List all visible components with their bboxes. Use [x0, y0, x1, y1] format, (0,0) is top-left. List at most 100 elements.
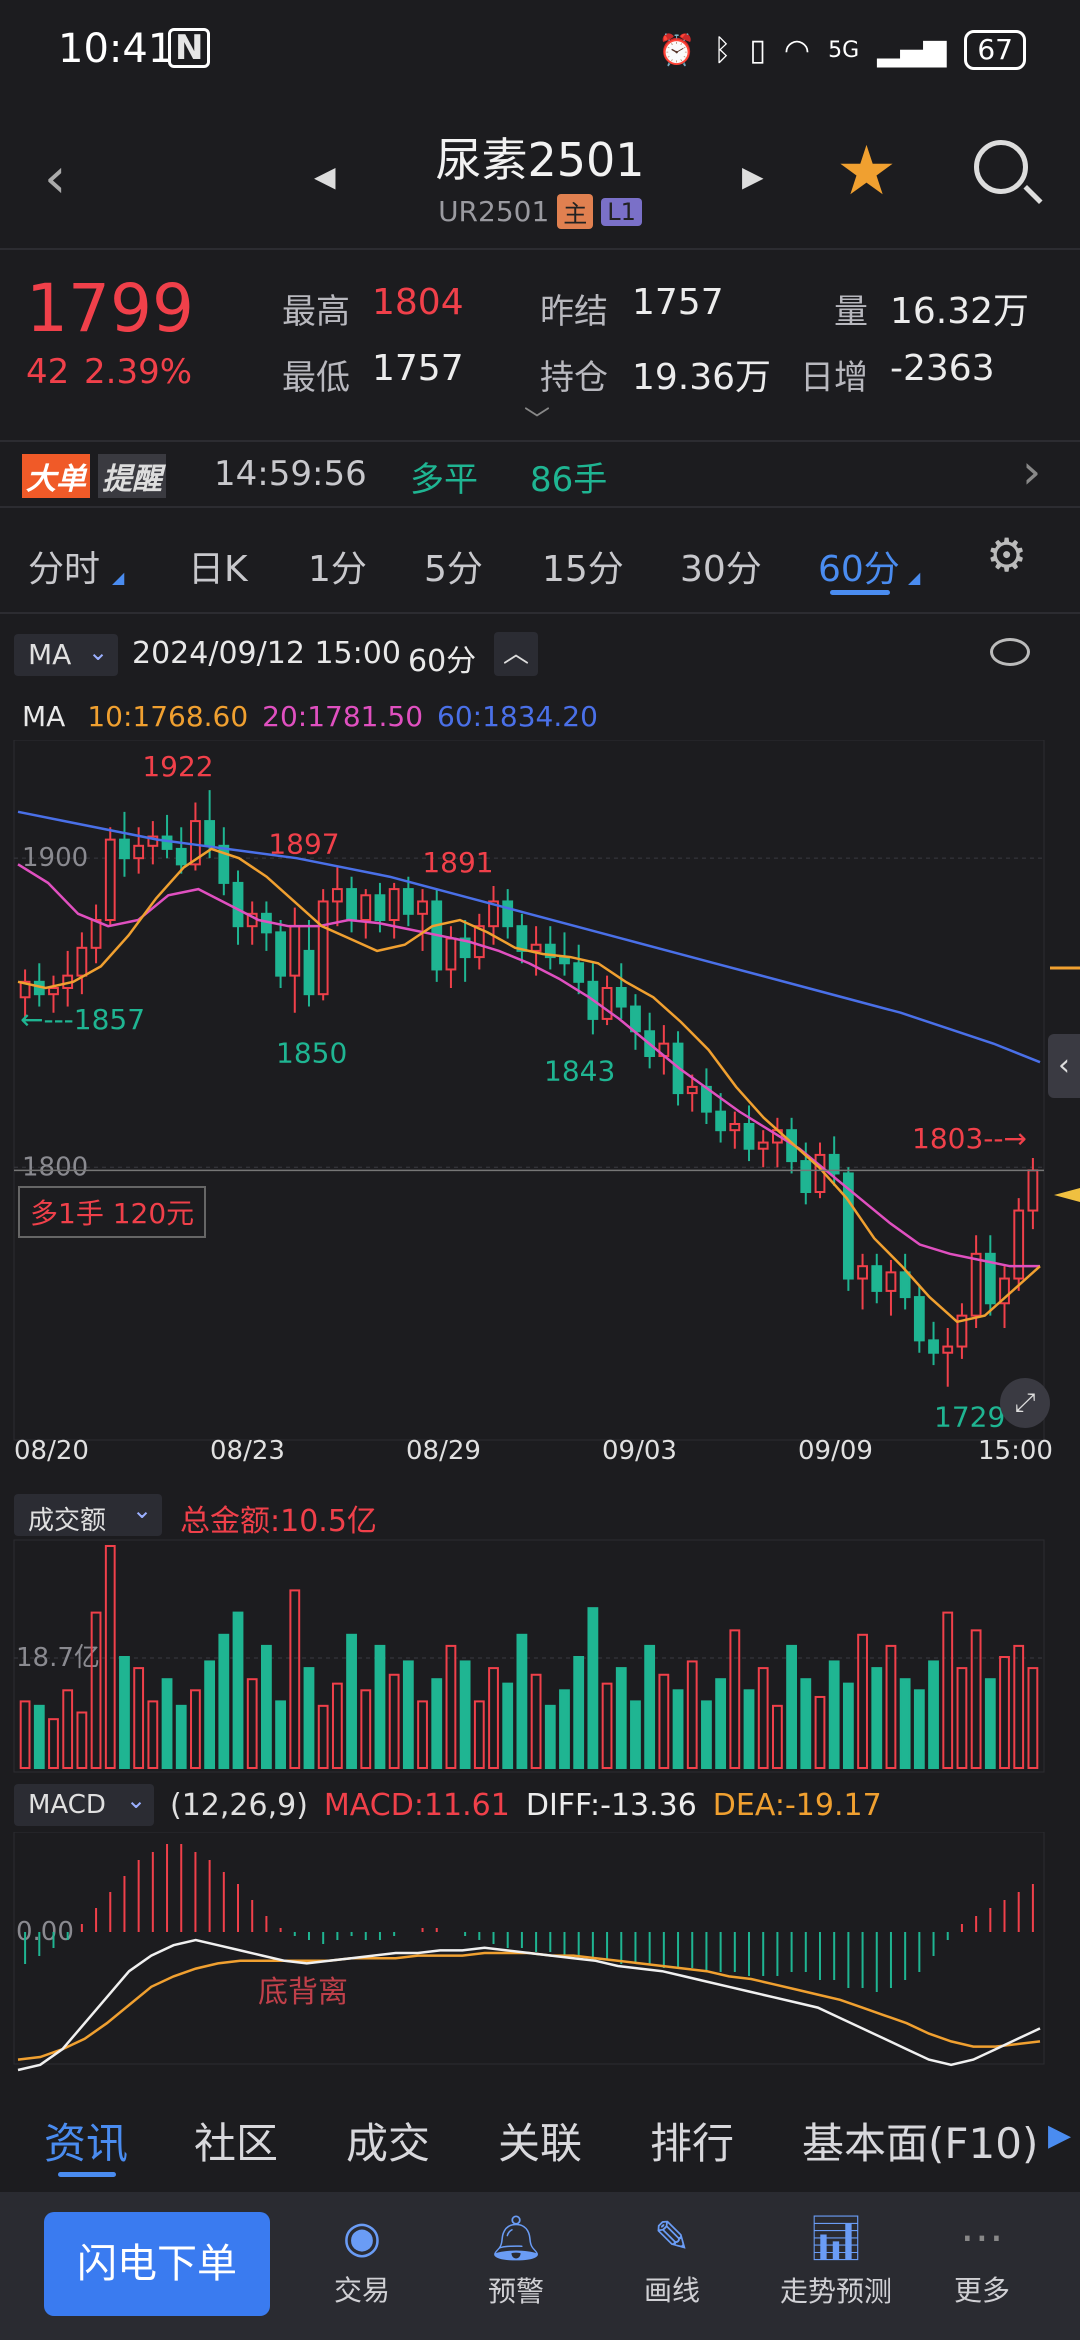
- candle-body: [913, 1296, 925, 1342]
- volume-bar: [76, 1711, 88, 1769]
- main-badge: 主: [557, 194, 594, 229]
- volume-bar: [360, 1689, 372, 1769]
- volume-bar: [19, 1700, 31, 1769]
- last-price: 1799: [26, 270, 194, 347]
- right-price-marker: [1054, 1188, 1080, 1202]
- toolbar-alert-label: 预警: [487, 2275, 544, 2308]
- tab-5min[interactable]: 5分: [424, 540, 483, 592]
- volume-bar: [701, 1700, 712, 1769]
- ma60-value: 60:1834.20: [437, 700, 598, 733]
- tab-related[interactable]: 关联: [498, 2110, 582, 2171]
- alert-time: 14:59:56: [214, 454, 367, 494]
- candle-body: [374, 894, 386, 921]
- volume-bar: [331, 1682, 343, 1769]
- side-collapse-icon[interactable]: ‹: [1048, 1034, 1080, 1098]
- volume-bar: [630, 1700, 641, 1769]
- candlestick-chart[interactable]: 1900 1800 1922 1897 1891 ←---1857 1850 1843 1803…: [0, 740, 1080, 1450]
- tab-30min[interactable]: 30分: [680, 540, 762, 592]
- candle-body: [417, 900, 428, 915]
- volume-bar: [232, 1611, 244, 1769]
- indicator-select[interactable]: MA ⌄: [14, 634, 118, 676]
- status-bar: 10:41 N ⏰ ᛒ ▯ ◠ 5G ▂▄▆ 67: [0, 0, 1080, 100]
- trade-icon: ◉: [342, 2212, 382, 2263]
- bottom-toolbar: 闪电下单 ◉ 交易 🔔︎ 预警 ✎ 画线 📊︎ 走势预测 ⋯ 更多: [0, 2192, 1080, 2340]
- chevron-down-icon: ⌄: [88, 638, 109, 666]
- tab-15min[interactable]: 15分: [542, 540, 624, 592]
- next-contract-icon[interactable]: ▶: [742, 160, 764, 193]
- ma-legend: MA 10:1768.60 20:1781.50 60:1834.20: [22, 700, 598, 733]
- volume-bar: [828, 1660, 840, 1769]
- tab-1min[interactable]: 1分: [308, 540, 367, 592]
- volume-bar: [261, 1644, 272, 1769]
- eye-icon[interactable]: [990, 638, 1030, 666]
- volume-bar: [161, 1678, 173, 1769]
- volume-bar: [218, 1633, 230, 1769]
- header: ‹ ◀ 尿素2501 UR2501 主 L1 ▶ ★: [0, 110, 1080, 250]
- settings-gear-icon[interactable]: ⚙: [986, 528, 1027, 582]
- toolbar-more[interactable]: ⋯ 更多: [922, 2212, 1042, 2309]
- collapse-toggle[interactable]: ︿: [494, 632, 538, 676]
- tab-fundamentals[interactable]: 基本面(F10): [802, 2110, 1038, 2171]
- search-icon[interactable]: [974, 140, 1028, 194]
- volume-bar: [431, 1678, 443, 1769]
- bell-icon: 🔔︎: [488, 2213, 544, 2264]
- x-label: 15:00: [978, 1436, 1053, 1466]
- candle-body: [119, 838, 130, 860]
- prev-contract-icon[interactable]: ◀: [314, 160, 336, 193]
- volume-bar: [772, 1704, 783, 1769]
- volume-bar: [147, 1700, 159, 1769]
- tab-news[interactable]: 资讯: [44, 2110, 128, 2171]
- chart-period: 60分: [408, 644, 477, 679]
- candle-body: [743, 1123, 755, 1150]
- flash-order-button[interactable]: 闪电下单: [44, 2212, 270, 2316]
- back-icon[interactable]: ‹: [44, 146, 66, 211]
- vibrate-icon: ▯: [749, 32, 766, 68]
- volume-bar: [686, 1660, 698, 1769]
- tab-ranking[interactable]: 排行: [650, 2110, 734, 2171]
- tab-daily-k[interactable]: 日K: [188, 540, 248, 592]
- tab-timeshare[interactable]: 分时: [28, 540, 100, 592]
- scroll-right-icon[interactable]: ▶: [1048, 2118, 1071, 2153]
- alert-quantity: 86手: [530, 460, 608, 500]
- candle-body: [90, 919, 102, 949]
- status-time: 10:41: [58, 26, 174, 72]
- macd-value: MACD:11.61: [323, 1788, 510, 1823]
- tab-community[interactable]: 社区: [194, 2110, 278, 2171]
- volume-bar: [104, 1545, 116, 1769]
- candle-body: [317, 900, 329, 996]
- candle-body: [346, 888, 357, 922]
- expand-chevron-icon[interactable]: ﹀: [524, 400, 550, 437]
- price-change-pct: 2.39%: [84, 352, 193, 392]
- volume-bar: [459, 1660, 471, 1769]
- wifi-icon: ◠: [783, 32, 811, 68]
- volume-bar: [62, 1689, 74, 1769]
- toolbar-alert[interactable]: 🔔︎ 预警: [456, 2212, 576, 2310]
- price-annotation: 1891: [422, 846, 493, 879]
- toolbar-forecast[interactable]: 📊︎ 走势预测: [766, 2212, 906, 2310]
- tab-60min[interactable]: 60分: [818, 540, 900, 592]
- candle-body: [516, 925, 528, 952]
- favorite-star-icon[interactable]: ★: [836, 132, 897, 211]
- candle-body: [970, 1252, 982, 1317]
- dea-value: DEA:-19.17: [712, 1788, 882, 1823]
- toolbar-trade[interactable]: ◉ 交易: [302, 2212, 422, 2309]
- candle-body: [275, 931, 286, 977]
- candle-body: [289, 925, 301, 977]
- volume-bar: [814, 1695, 826, 1770]
- toolbar-draw[interactable]: ✎ 画线: [612, 2212, 732, 2309]
- volume-select[interactable]: 成交额 ⌄: [14, 1494, 162, 1536]
- tab-trades[interactable]: 成交: [346, 2110, 430, 2171]
- alarm-icon: ⏰: [658, 32, 696, 68]
- candle-body: [175, 847, 187, 866]
- volume-bar: [275, 1700, 286, 1769]
- big-order-alert[interactable]: 大单 提醒 14:59:56 多平 86手 ›: [0, 442, 1080, 506]
- price-annotation: 1803--→: [912, 1122, 1027, 1155]
- macd-select[interactable]: MACD ⌄: [14, 1784, 154, 1826]
- volume-bar: [289, 1589, 301, 1770]
- volume-bar: [956, 1667, 968, 1770]
- page-title: 尿素2501: [435, 133, 645, 187]
- price-annotation: ←---1857: [20, 1003, 145, 1036]
- low-label: 最低: [282, 358, 350, 398]
- fullscreen-icon[interactable]: ⤢: [1000, 1378, 1050, 1428]
- candle-body: [573, 962, 585, 983]
